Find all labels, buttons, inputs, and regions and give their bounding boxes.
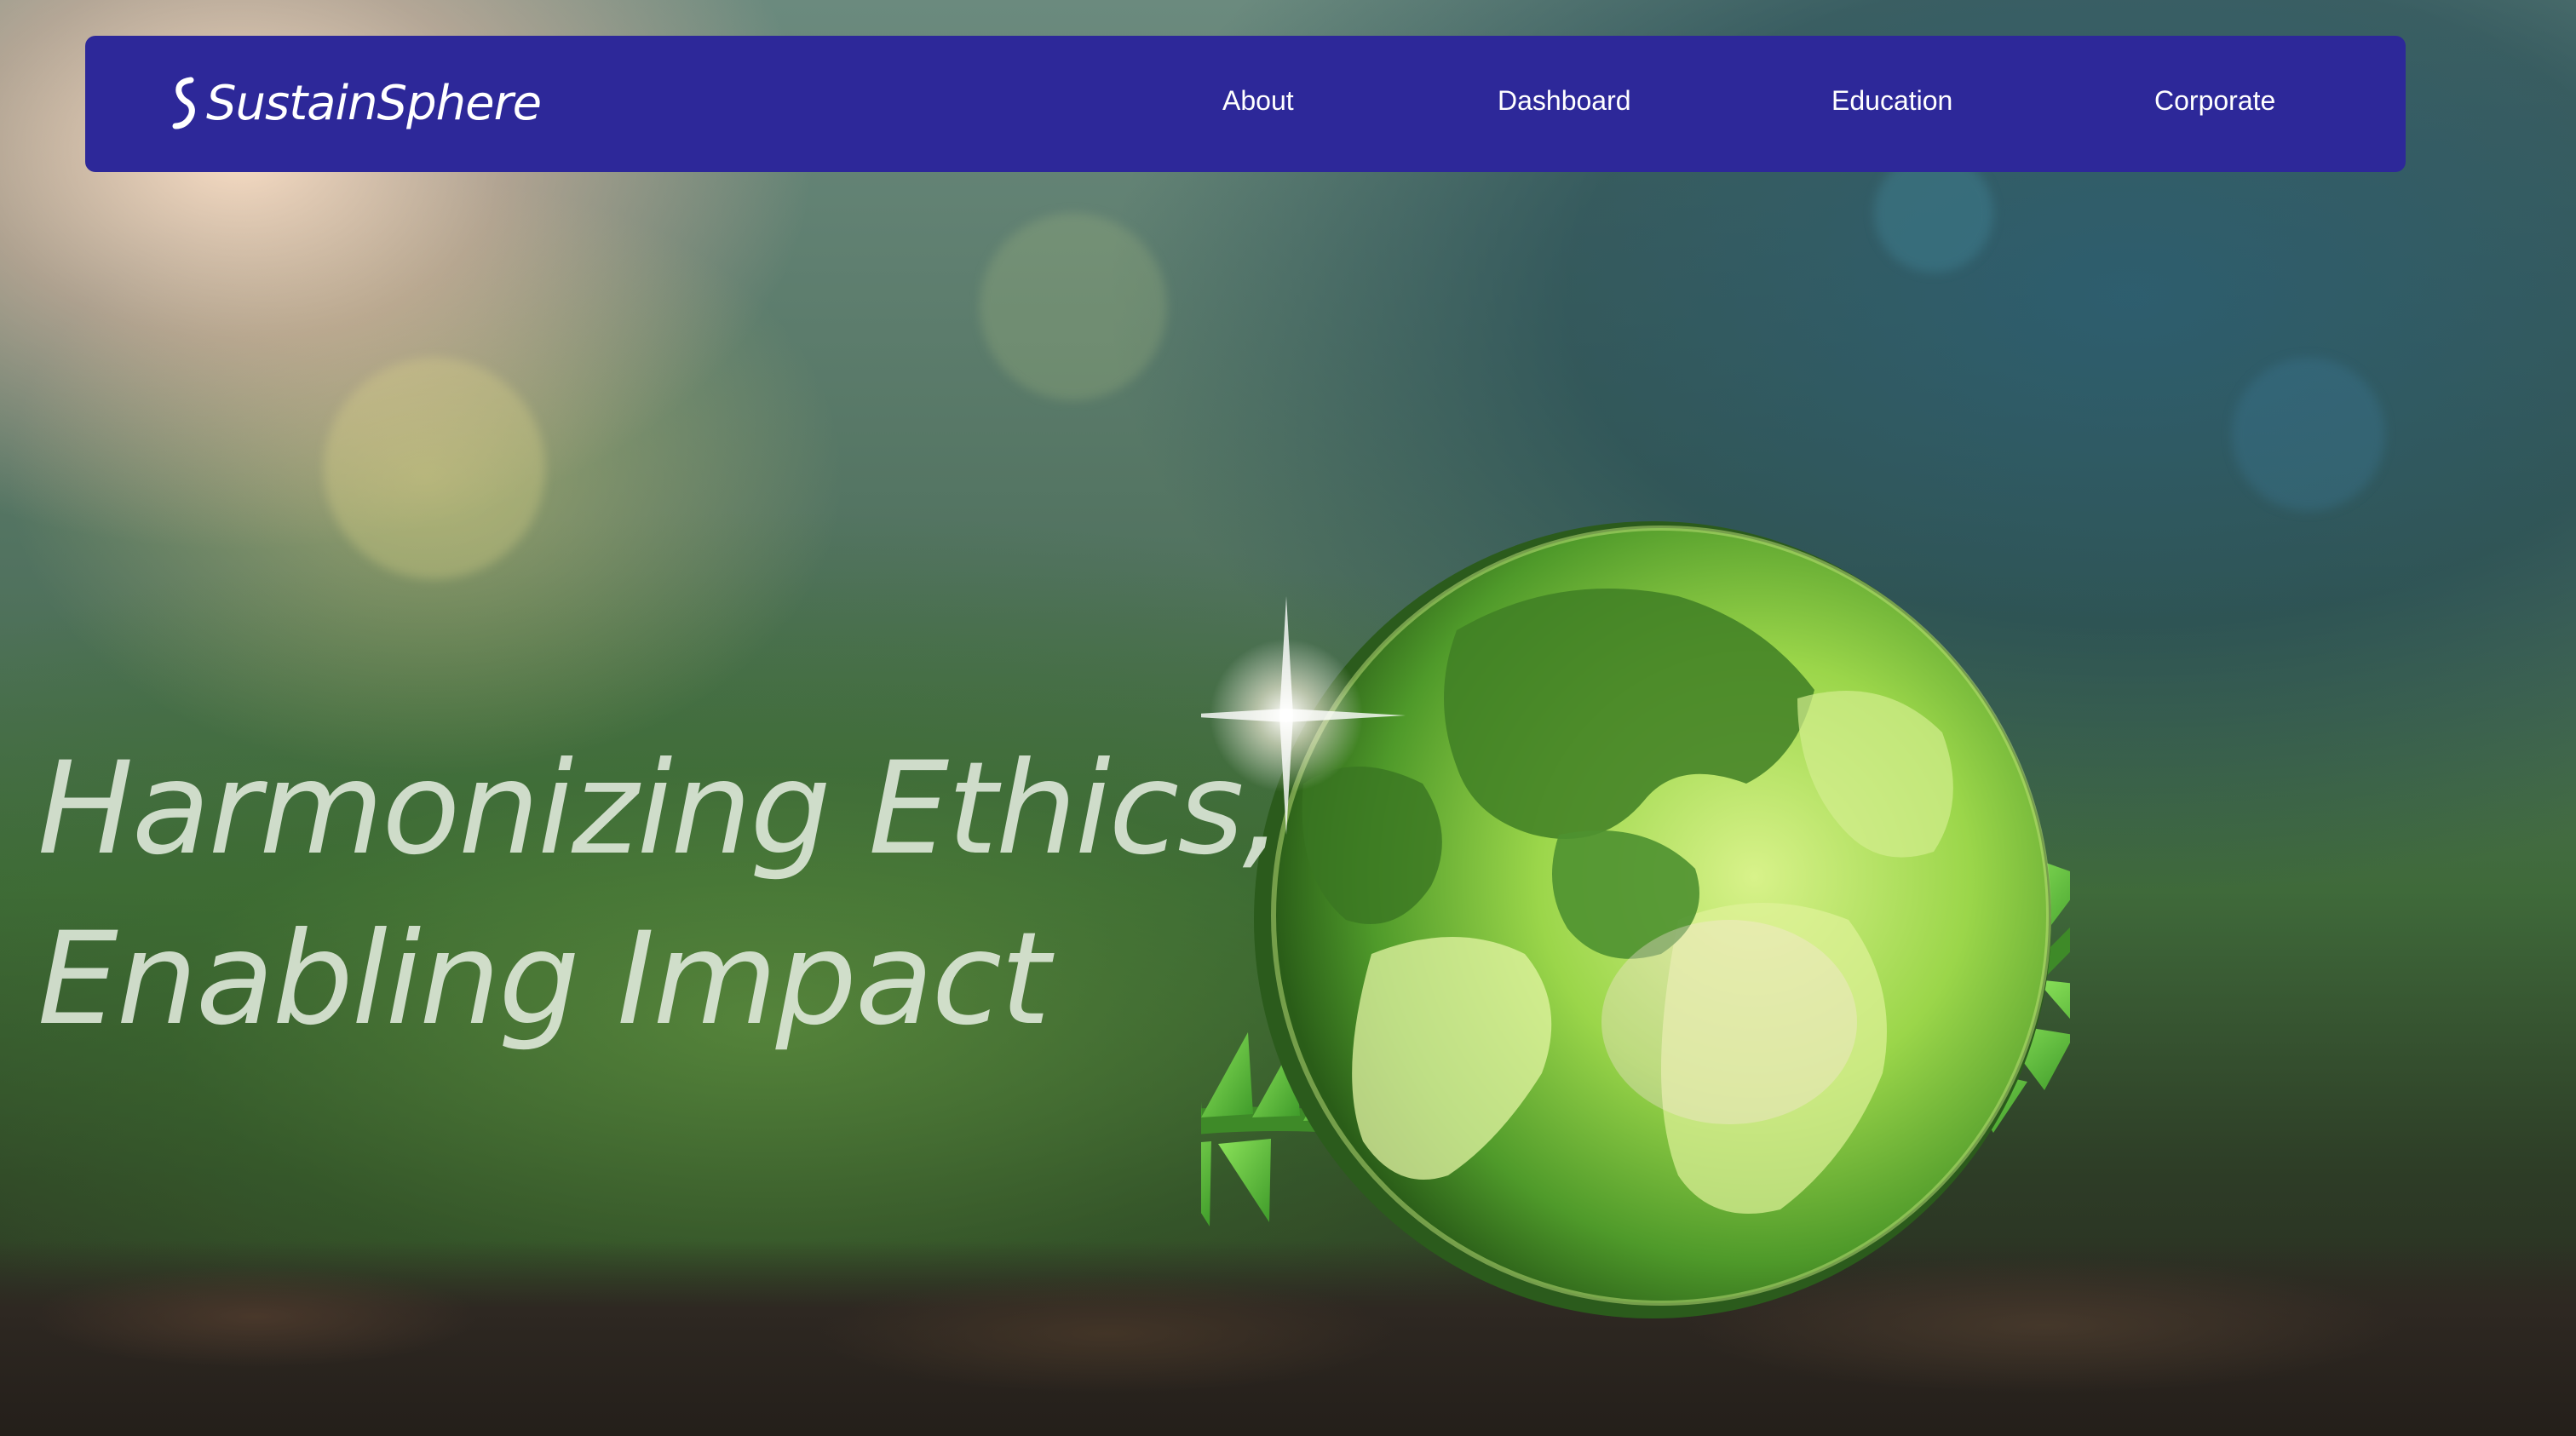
hero-headline-line-2: Enabling Impact — [37, 905, 1050, 1054]
brand-s-icon — [172, 77, 195, 129]
hero-headline: Harmonizing Ethics, Enabling Impact — [37, 724, 1315, 1065]
bokeh-light — [980, 213, 1167, 400]
brand-logo-link[interactable]: SustainSphere — [172, 70, 542, 138]
nav-link-corporate[interactable]: Corporate — [2154, 80, 2275, 121]
bokeh-light — [324, 358, 545, 579]
glass-globe-illustration — [1201, 521, 2070, 1318]
globe — [1254, 521, 2051, 1318]
landing-page: SustainSphere About Dashboard Education … — [0, 0, 2576, 1436]
top-navbar: SustainSphere About Dashboard Education … — [85, 36, 2406, 172]
nav-link-about[interactable]: About — [1222, 80, 1294, 121]
nav-link-education[interactable]: Education — [1831, 80, 1952, 121]
nav-link-dashboard[interactable]: Dashboard — [1498, 80, 1631, 121]
hero-headline-line-1: Harmonizing Ethics, — [37, 735, 1283, 883]
brand-name: SustainSphere — [206, 76, 542, 131]
bokeh-light — [2232, 358, 2385, 511]
